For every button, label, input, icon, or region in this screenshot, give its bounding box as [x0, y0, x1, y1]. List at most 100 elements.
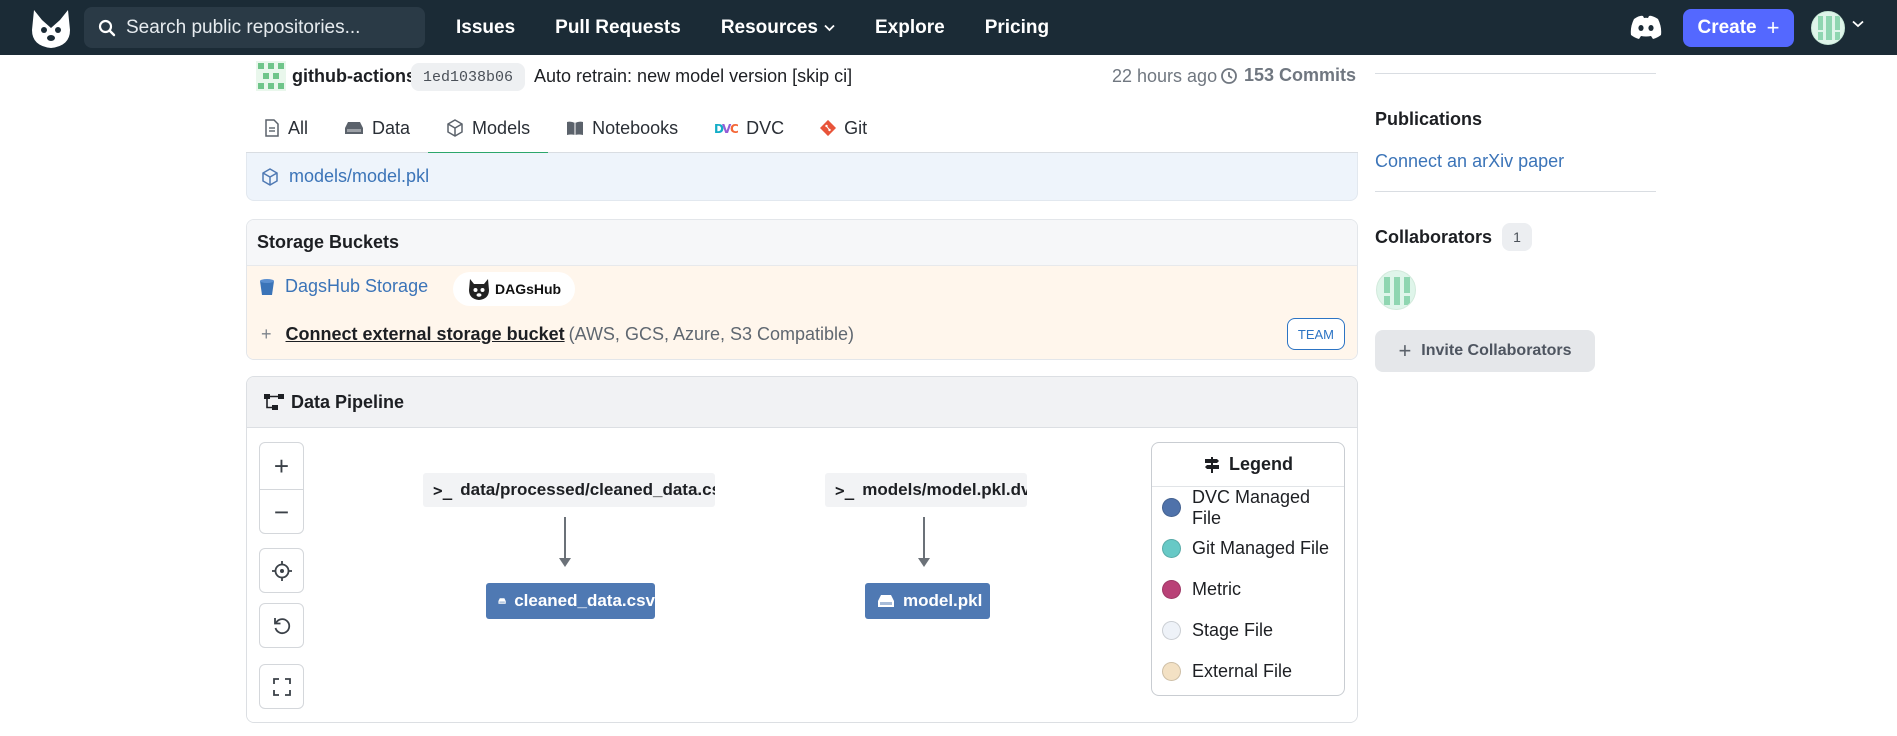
user-avatar[interactable] — [1811, 11, 1845, 45]
reset-view-button[interactable] — [259, 603, 304, 648]
stage-label: models/model.pkl.dvc — [862, 480, 1027, 499]
signpost-icon — [1204, 456, 1219, 473]
tab-dvc-label: DVC — [746, 117, 785, 138]
terminal-icon: >_ — [433, 480, 453, 500]
fullscreen-button[interactable] — [259, 664, 304, 709]
pipeline-output-node[interactable]: cleaned_data.csv — [486, 583, 655, 619]
data-pipeline-header: Data Pipeline — [247, 377, 1357, 428]
output-node-label: cleaned_data.csv — [514, 591, 655, 610]
tab-git-label: Git — [844, 117, 868, 138]
collaborator-avatar[interactable] — [1376, 270, 1416, 310]
connect-bucket-row: + Connect external storage bucket (AWS, … — [261, 324, 854, 345]
tab-models-label: Models — [472, 117, 531, 138]
commit-author-avatar[interactable] — [256, 61, 286, 91]
invite-collaborators-button[interactable]: + Invite Collaborators — [1375, 330, 1595, 372]
nav-explore[interactable]: Explore — [875, 17, 945, 39]
plus-icon: + — [1398, 338, 1412, 363]
commit-time: 22 hours ago — [1112, 66, 1218, 86]
legend-item-dvc: DVC Managed File — [1152, 487, 1344, 528]
commit-hash[interactable]: 1ed1038b06 — [411, 63, 526, 91]
storage-buckets-body: DagsHub Storage DAGsHub + Connect extern… — [247, 266, 1357, 359]
sidebar-divider — [1375, 191, 1656, 192]
search-bar[interactable] — [84, 7, 425, 48]
dagshub-dog-icon — [469, 279, 489, 300]
top-navbar: Issues Pull Requests Resources Explore P… — [0, 0, 1897, 55]
create-button[interactable]: Create + — [1683, 9, 1794, 47]
legend-item-label: Git Managed File — [1192, 538, 1330, 558]
legend-title: Legend — [1228, 454, 1293, 474]
legend-dot — [1162, 539, 1181, 558]
zoom-in-button[interactable]: + — [260, 443, 303, 489]
legend-dot — [1162, 621, 1181, 640]
commit-author[interactable]: github-actions — [292, 66, 416, 87]
zoom-out-button[interactable]: − — [260, 489, 303, 533]
publications-title: Publications — [1375, 109, 1483, 129]
commits-link[interactable]: 153 Commits — [1220, 65, 1356, 86]
collaborators-count-badge: 1 — [1502, 223, 1533, 251]
commit-message[interactable]: Auto retrain: new model version [skip ci… — [534, 66, 852, 87]
plus-icon: + — [261, 324, 272, 344]
model-file-row: models/model.pkl — [246, 153, 1358, 201]
nav-pull-requests[interactable]: Pull Requests — [555, 17, 681, 39]
center-view-button[interactable] — [259, 548, 304, 593]
tab-notebooks[interactable]: Notebooks — [548, 103, 696, 153]
model-cube-icon — [447, 119, 463, 137]
tab-dvc[interactable]: DVC DVC — [696, 103, 802, 153]
create-button-label: Create — [1697, 17, 1757, 38]
identicon-icon — [1818, 16, 1840, 40]
nav-pricing[interactable]: Pricing — [985, 17, 1049, 39]
chevron-down-icon[interactable] — [1852, 20, 1864, 28]
sidebar-divider — [1375, 73, 1656, 74]
nav-issues[interactable]: Issues — [456, 17, 515, 39]
legend-item-metric: Metric — [1152, 569, 1344, 610]
tab-all[interactable]: All — [246, 103, 326, 153]
model-cube-icon — [262, 167, 278, 186]
dagshub-storage-link[interactable]: DagsHub Storage — [285, 276, 428, 297]
database-icon — [345, 122, 364, 134]
legend-item-git: Git Managed File — [1152, 528, 1344, 569]
data-pipeline-panel: Data Pipeline + − >_ data/processed/clea… — [246, 376, 1358, 723]
dvc-logo-icon: DVC — [714, 122, 738, 135]
hard-drive-icon — [498, 598, 506, 604]
nav-resources[interactable]: Resources — [721, 17, 835, 39]
pipeline-stage-node[interactable]: >_ models/model.pkl.dvc — [825, 473, 1027, 507]
tab-data[interactable]: Data — [326, 103, 428, 153]
chevron-down-icon — [824, 24, 835, 31]
tab-git[interactable]: Git — [802, 103, 885, 153]
legend-dot — [1162, 498, 1181, 517]
collaborators-header: Collaborators 1 — [1375, 223, 1533, 251]
pipeline-canvas[interactable]: + − >_ data/processed/cleaned_data.csv c… — [247, 428, 1357, 722]
search-icon — [98, 19, 116, 36]
stage-label: data/processed/cleaned_data.csv — [460, 480, 715, 499]
last-commit-bar: github-actions 1ed1038b06 Auto retrain: … — [246, 55, 1358, 102]
plus-icon: + — [1766, 15, 1780, 40]
tab-models[interactable]: Models — [428, 103, 549, 154]
pipeline-stage-node[interactable]: >_ data/processed/cleaned_data.csv — [423, 473, 715, 507]
connect-arxiv-link[interactable]: Connect an arXiv paper — [1375, 151, 1564, 172]
legend-item-label: DVC Managed File — [1191, 486, 1311, 528]
dagshub-storage-row: DagsHub Storage — [259, 276, 428, 297]
team-badge: TEAM — [1286, 318, 1345, 350]
terminal-icon: >_ — [835, 480, 855, 500]
model-file-link[interactable]: models/model.pkl — [289, 166, 429, 187]
data-pipeline-title: Data Pipeline — [291, 391, 405, 412]
search-input[interactable] — [126, 16, 406, 39]
legend-dot — [1162, 662, 1181, 681]
pipeline-output-node[interactable]: model.pkl — [865, 583, 990, 619]
connect-bucket-link[interactable]: Connect external storage bucket — [286, 324, 565, 345]
zoom-controls: + − — [259, 442, 304, 534]
discord-icon[interactable] — [1630, 15, 1662, 39]
bucket-icon — [260, 278, 274, 295]
hard-drive-icon — [878, 595, 894, 607]
tab-data-label: Data — [372, 117, 411, 138]
nav-resources-label: Resources — [720, 16, 818, 38]
collaborators-title: Collaborators — [1375, 226, 1493, 247]
dagshub-logo-icon[interactable] — [28, 6, 74, 50]
undo-icon — [273, 617, 290, 634]
legend-dot — [1162, 580, 1181, 599]
tab-all-label: All — [288, 117, 309, 138]
legend-item-label: Stage File — [1192, 620, 1274, 640]
history-icon — [1221, 67, 1237, 84]
legend-item-stage: Stage File — [1152, 610, 1344, 651]
legend-item-label: External File — [1192, 661, 1293, 681]
